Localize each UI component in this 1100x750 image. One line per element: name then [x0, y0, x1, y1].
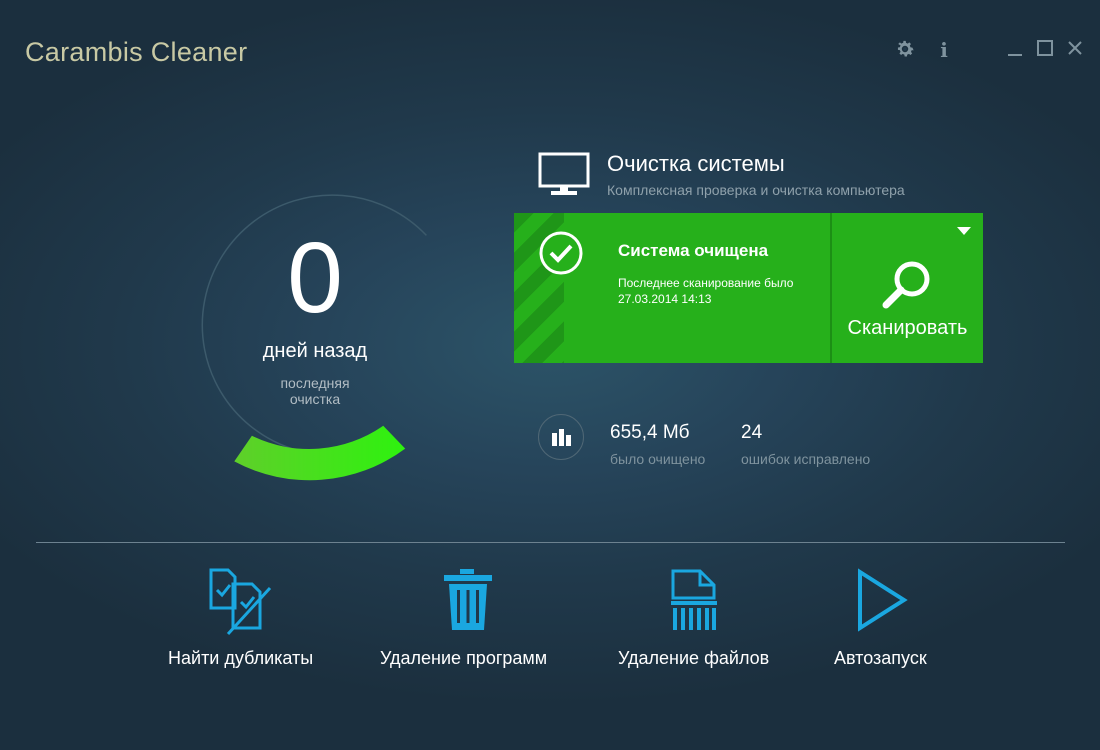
- days-count: 0: [287, 222, 343, 334]
- check-circle-icon: [538, 230, 584, 276]
- status-title: Система очищена: [618, 241, 769, 260]
- autostart-label: Автозапуск: [834, 648, 927, 668]
- search-icon: [880, 259, 936, 314]
- uninstall-programs-button[interactable]: Удаление программ: [380, 568, 556, 678]
- minimize-icon[interactable]: [1003, 38, 1027, 62]
- scan-button[interactable]: Сканировать: [832, 213, 983, 363]
- last-clean-caption-line2: очистка: [289, 391, 341, 407]
- last-clean-caption: последняя очистка: [165, 375, 465, 407]
- gear-icon[interactable]: [893, 38, 917, 62]
- section-divider: [36, 542, 1065, 543]
- last-clean-caption-line1: последняя: [280, 375, 350, 391]
- status-text-line2: 27.03.2014 14:13: [618, 292, 712, 306]
- play-icon: [856, 568, 910, 637]
- uninstall-programs-label: Удаление программ: [380, 648, 548, 668]
- maximize-icon[interactable]: [1033, 38, 1057, 62]
- close-icon[interactable]: [1063, 38, 1087, 62]
- status-text-line1: Последнее сканирование было: [618, 276, 794, 290]
- delete-files-label: Удаление файлов: [618, 648, 770, 668]
- errors-label: ошибок исправлено: [741, 451, 871, 467]
- find-duplicates-button[interactable]: Найти дубликаты: [168, 568, 320, 678]
- status-text: Последнее сканирование было 27.03.2014 1…: [618, 275, 793, 307]
- shred-file-icon: [670, 568, 718, 637]
- system-clean-subtitle: Комплексная проверка и очистка компьютер…: [607, 182, 905, 198]
- find-duplicates-label: Найти дубликаты: [168, 648, 314, 668]
- window-controls: i: [0, 38, 1100, 68]
- cleaned-label: было очищено: [610, 451, 706, 467]
- days-label: дней назад: [262, 340, 368, 362]
- cleaned-value: 655,4 Мб: [610, 422, 690, 443]
- info-icon[interactable]: i: [932, 38, 956, 62]
- delete-files-button[interactable]: Удаление файлов: [618, 568, 772, 678]
- duplicates-icon: [208, 568, 280, 643]
- monitor-icon: [538, 152, 590, 203]
- bar-chart-icon: [538, 414, 584, 460]
- autostart-button[interactable]: Автозапуск: [834, 568, 934, 678]
- status-panel: Система очищена Последнее сканирование б…: [514, 213, 830, 363]
- system-clean-title: Очистка системы: [607, 151, 785, 176]
- dropdown-arrow-icon[interactable]: [957, 227, 971, 235]
- scan-label: Сканировать: [847, 317, 968, 339]
- trash-icon: [443, 568, 493, 637]
- errors-value: 24: [741, 422, 763, 443]
